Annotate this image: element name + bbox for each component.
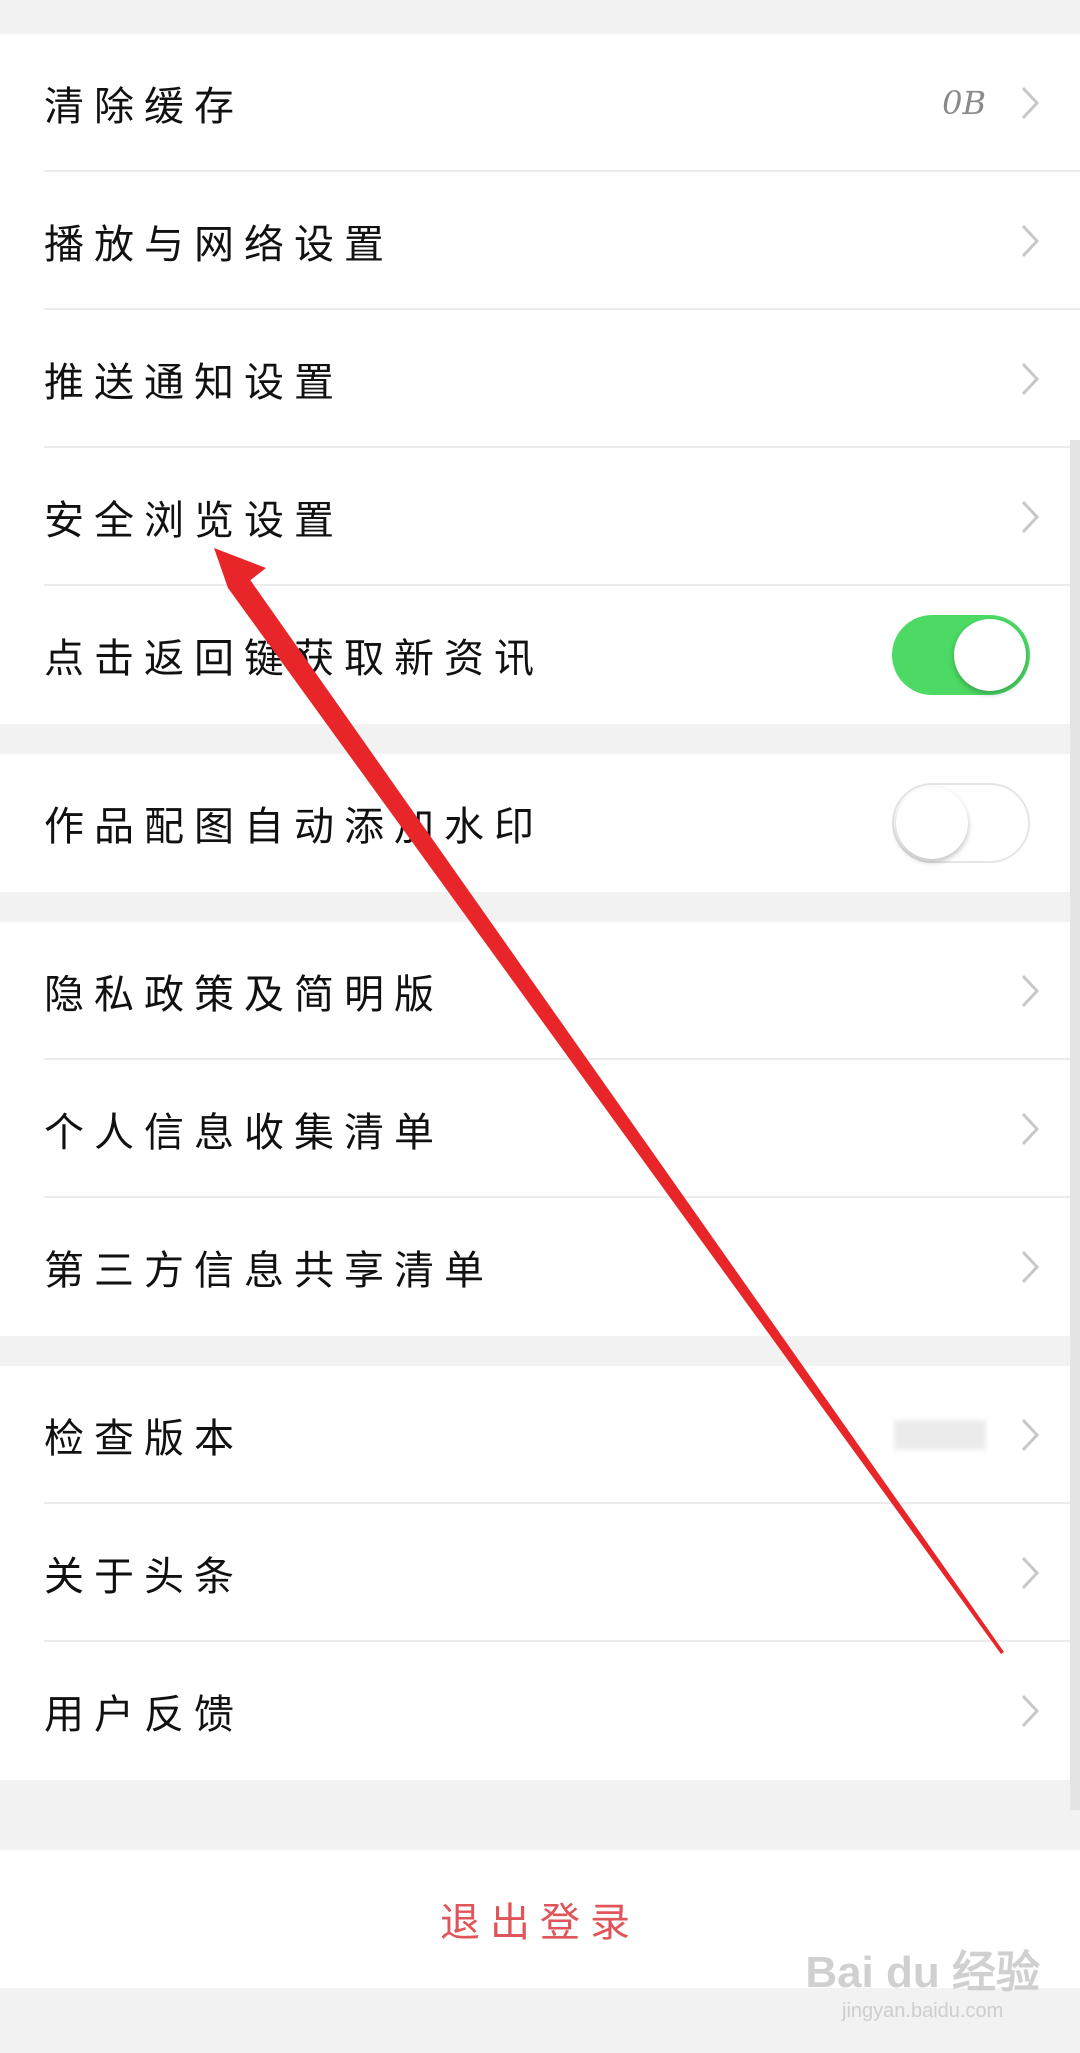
auto-watermark-label: 作品配图自动添加水印 (44, 804, 544, 850)
check-version-label: 检查版本 (44, 1416, 244, 1462)
chevron-right-icon (1020, 223, 1040, 259)
push-notification-settings-label: 推送通知设置 (44, 360, 344, 406)
clear-cache-label: 清除缓存 (44, 84, 244, 130)
third-party-sharing-row[interactable]: 第三方信息共享清单 (0, 1198, 1080, 1336)
privacy-policy-label: 隐私政策及简明版 (44, 972, 444, 1018)
chevron-right-icon (1020, 361, 1040, 397)
scrollbar[interactable] (1070, 440, 1080, 1810)
safe-browsing-settings-row[interactable]: 安全浏览设置 (0, 448, 1080, 586)
chevron-right-icon (1020, 499, 1040, 535)
chevron-right-icon (1020, 1693, 1040, 1729)
chevron-right-icon (1020, 1555, 1040, 1591)
clear-cache-row[interactable]: 清除缓存 0B (0, 34, 1080, 172)
top-spacer (0, 0, 1080, 34)
third-party-sharing-label: 第三方信息共享清单 (44, 1248, 494, 1294)
settings-group-about: 检查版本 关于头条 用户反馈 (0, 1366, 1080, 1780)
about-toutiao-label: 关于头条 (44, 1554, 244, 1600)
baidu-jingyan-watermark: Bai du 经验 jingyan.baidu.com (805, 1936, 1040, 2023)
check-version-row[interactable]: 检查版本 (0, 1366, 1080, 1504)
logout-label: 退出登录 (440, 1900, 640, 1946)
settings-group-privacy: 隐私政策及简明版 个人信息收集清单 第三方信息共享清单 (0, 922, 1080, 1336)
safe-browsing-settings-label: 安全浏览设置 (44, 498, 344, 544)
chevron-right-icon (1020, 1417, 1040, 1453)
user-feedback-label: 用户反馈 (44, 1692, 244, 1738)
playback-network-settings-label: 播放与网络设置 (44, 222, 394, 268)
playback-network-settings-row[interactable]: 播放与网络设置 (0, 172, 1080, 310)
chevron-right-icon (1020, 1249, 1040, 1285)
chevron-right-icon (1020, 973, 1040, 1009)
about-toutiao-row[interactable]: 关于头条 (0, 1504, 1080, 1642)
personal-info-list-label: 个人信息收集清单 (44, 1110, 444, 1156)
watermark-logo-text: Bai du 经验 (805, 1948, 1040, 1997)
chevron-right-icon (1020, 85, 1040, 121)
toggle-knob (954, 619, 1026, 691)
push-notification-settings-row[interactable]: 推送通知设置 (0, 310, 1080, 448)
back-key-refresh-row: 点击返回键获取新资讯 (0, 586, 1080, 724)
personal-info-list-row[interactable]: 个人信息收集清单 (0, 1060, 1080, 1198)
version-value-redacted (894, 1420, 986, 1450)
chevron-right-icon (1020, 1111, 1040, 1147)
section-spacer (0, 1336, 1080, 1366)
section-spacer (0, 892, 1080, 922)
auto-watermark-toggle[interactable] (892, 783, 1030, 863)
section-spacer (0, 724, 1080, 754)
cache-size-value: 0B (942, 84, 986, 122)
auto-watermark-row: 作品配图自动添加水印 (0, 754, 1080, 892)
watermark-url: jingyan.baidu.com (842, 2000, 1004, 2022)
section-spacer (0, 1780, 1080, 1850)
privacy-policy-row[interactable]: 隐私政策及简明版 (0, 922, 1080, 1060)
settings-group-watermark: 作品配图自动添加水印 (0, 754, 1080, 892)
back-key-refresh-label: 点击返回键获取新资讯 (44, 636, 544, 682)
settings-group-general: 清除缓存 0B 播放与网络设置 推送通知设置 安全浏览设置 点击返回键获取新资讯 (0, 34, 1080, 724)
user-feedback-row[interactable]: 用户反馈 (0, 1642, 1080, 1780)
toggle-knob (896, 787, 968, 859)
back-key-refresh-toggle[interactable] (892, 615, 1030, 695)
